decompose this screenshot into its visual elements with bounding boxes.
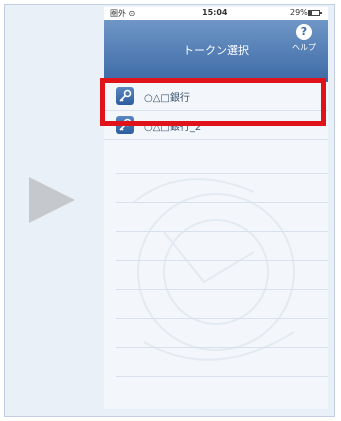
token-list: ○△□銀行 ○△□銀行_2 <box>104 82 328 409</box>
status-bar: 圏外 ⊙ 15:04 29% <box>104 7 328 20</box>
battery-icon <box>308 10 322 16</box>
phone-screen: 圏外 ⊙ 15:04 29% トークン選択 ? ヘルプ ○△□銀行 ○△□銀行_… <box>104 7 328 409</box>
help-button[interactable]: ? ヘルプ <box>284 24 324 58</box>
list-divider <box>116 318 328 319</box>
help-label: ヘルプ <box>292 43 316 52</box>
help-icon: ? <box>296 24 312 40</box>
list-divider <box>116 173 328 174</box>
battery-percent: 29% <box>290 8 308 17</box>
list-divider <box>116 202 328 203</box>
clock: 15:04 <box>202 8 228 17</box>
carrier-status: 圏外 ⊙ <box>110 9 136 18</box>
list-divider <box>116 260 328 261</box>
list-divider <box>116 347 328 348</box>
list-divider <box>116 289 328 290</box>
play-arrow-icon <box>29 177 75 223</box>
list-divider <box>116 376 328 377</box>
navigation-bar: トークン選択 ? ヘルプ <box>104 20 328 82</box>
selection-highlight <box>100 78 326 126</box>
list-divider <box>116 231 328 232</box>
